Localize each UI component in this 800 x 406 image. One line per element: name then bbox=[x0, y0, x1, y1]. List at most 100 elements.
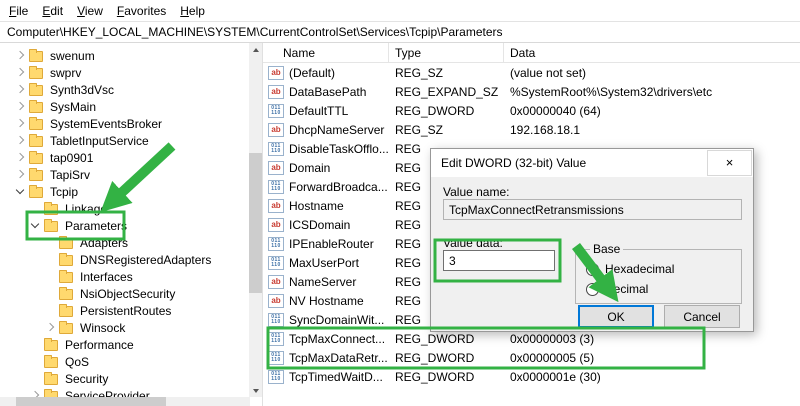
value-row[interactable]: 011 110 TcpTimedWaitD... REG_DWORD 0x0000001… bbox=[263, 367, 800, 386]
radio-unselected-icon[interactable] bbox=[586, 282, 599, 296]
tree-item-swprv[interactable]: swprv bbox=[0, 64, 249, 81]
column-header-type[interactable]: Type bbox=[389, 43, 504, 62]
chevron-right-icon[interactable] bbox=[44, 321, 57, 334]
string-value-icon: ab bbox=[268, 217, 284, 232]
tree-item-label: swprv bbox=[50, 65, 82, 80]
tree-item-tapisrv[interactable]: TapiSrv bbox=[0, 166, 249, 183]
value-row[interactable]: 011 110 TcpMaxDataRetr... REG_DWORD 0x000000… bbox=[263, 348, 800, 367]
value-row[interactable]: ab (Default) REG_SZ (value not set) bbox=[263, 63, 800, 82]
tree-item-synth3dvsc[interactable]: Synth3dVsc bbox=[0, 81, 249, 98]
value-data-input[interactable] bbox=[443, 250, 555, 271]
folder-icon bbox=[44, 201, 58, 215]
dword-value-icon: 011 110 bbox=[268, 103, 284, 118]
chevron-right-icon[interactable] bbox=[14, 168, 27, 181]
cancel-button[interactable]: Cancel bbox=[664, 305, 740, 328]
value-name-text: Hostname bbox=[289, 198, 344, 213]
value-name-cell: 011 110 TcpTimedWaitD... bbox=[263, 369, 389, 384]
tree-item-persistentroutes[interactable]: PersistentRoutes bbox=[0, 302, 249, 319]
folder-icon bbox=[29, 116, 43, 130]
value-name-cell: 011 110 SyncDomainWit... bbox=[263, 312, 389, 327]
vertical-scroll-thumb[interactable] bbox=[249, 153, 262, 293]
chevron-right-icon[interactable] bbox=[14, 100, 27, 113]
tree-item-linkage[interactable]: Linkage bbox=[0, 200, 249, 217]
chevron-right-icon[interactable] bbox=[14, 117, 27, 130]
value-name-field bbox=[443, 199, 742, 220]
tree-item-tap0901[interactable]: tap0901 bbox=[0, 149, 249, 166]
chevron-right-icon[interactable] bbox=[14, 49, 27, 62]
tree-item-label: Linkage bbox=[65, 201, 108, 216]
tree-item-parameters[interactable]: Parameters bbox=[0, 217, 249, 234]
tree-item-adapters[interactable]: Adapters bbox=[0, 234, 249, 251]
tree-item-sysmain[interactable]: SysMain bbox=[0, 98, 249, 115]
tree-item-label: Parameters bbox=[65, 218, 128, 233]
tree-item-interfaces[interactable]: Interfaces bbox=[0, 268, 249, 285]
scroll-down-icon[interactable] bbox=[249, 384, 262, 397]
value-name-text: (Default) bbox=[289, 65, 336, 80]
value-row[interactable]: ab DhcpNameServer REG_SZ 192.168.18.1 bbox=[263, 120, 800, 139]
menu-view[interactable]: View bbox=[70, 2, 110, 20]
radio-selected-icon[interactable] bbox=[586, 262, 599, 276]
value-data-text: (value not set) bbox=[510, 65, 587, 80]
tree-item-systemeventsbroker[interactable]: SystemEventsBroker bbox=[0, 115, 249, 132]
chevron-right-icon[interactable] bbox=[14, 151, 27, 164]
menu-favorites[interactable]: Favorites bbox=[110, 2, 173, 20]
string-value-icon: ab bbox=[268, 293, 284, 308]
menu-help[interactable]: Help bbox=[173, 2, 212, 20]
close-icon[interactable]: × bbox=[707, 150, 752, 176]
value-data-text: 0x00000005 (5) bbox=[510, 350, 595, 365]
value-name-text: ForwardBroadca... bbox=[289, 179, 388, 194]
chevron-right-icon[interactable] bbox=[14, 134, 27, 147]
tree-item-performance[interactable]: Performance bbox=[0, 336, 249, 353]
value-row[interactable]: ab DataBasePath REG_EXPAND_SZ %SystemRoot%\… bbox=[263, 82, 800, 101]
value-type-text: REG_SZ bbox=[395, 122, 444, 137]
dword-value-icon: 011 110 bbox=[268, 141, 284, 156]
column-header-name[interactable]: Name bbox=[263, 43, 389, 62]
folder-icon bbox=[59, 252, 73, 266]
string-value-icon: ab bbox=[268, 274, 284, 289]
column-header-data[interactable]: Data bbox=[504, 43, 800, 62]
dword-value-icon: 011 110 bbox=[268, 350, 284, 365]
dword-value-icon: 011 110 bbox=[268, 255, 284, 270]
dialog-titlebar[interactable]: Edit DWORD (32-bit) Value × bbox=[431, 149, 753, 177]
value-name-cell: ab ICSDomain bbox=[263, 217, 389, 232]
tree-vertical-scrollbar[interactable] bbox=[249, 43, 262, 397]
folder-icon bbox=[29, 133, 43, 147]
tree-item-tcpip[interactable]: Tcpip bbox=[0, 183, 249, 200]
folder-icon bbox=[29, 150, 43, 164]
radio-hexadecimal[interactable]: Hexadecimal bbox=[586, 259, 741, 279]
address-bar[interactable]: Computer\HKEY_LOCAL_MACHINE\SYSTEM\Curre… bbox=[0, 21, 800, 43]
scroll-up-icon[interactable] bbox=[249, 43, 262, 56]
tree-item-security[interactable]: Security bbox=[0, 370, 249, 387]
menu-file[interactable]: File bbox=[2, 2, 35, 20]
radio-decimal[interactable]: Decimal bbox=[586, 279, 741, 299]
chevron-down-icon[interactable] bbox=[14, 185, 27, 198]
dialog-title: Edit DWORD (32-bit) Value bbox=[441, 156, 587, 170]
tree-item-swenum[interactable]: swenum bbox=[0, 47, 249, 64]
tree-item-label: SysMain bbox=[50, 99, 97, 114]
value-name-text: NameServer bbox=[289, 274, 357, 289]
folder-icon bbox=[29, 48, 43, 62]
dword-value-icon: 011 110 bbox=[268, 179, 284, 194]
folder-icon bbox=[59, 303, 73, 317]
address-text: Computer\HKEY_LOCAL_MACHINE\SYSTEM\Curre… bbox=[7, 25, 503, 39]
chevron-right-icon[interactable] bbox=[14, 66, 27, 79]
folder-icon bbox=[29, 184, 43, 198]
value-name-text: DataBasePath bbox=[289, 84, 367, 99]
ok-button[interactable]: OK bbox=[578, 305, 654, 328]
tree-item-label: Synth3dVsc bbox=[50, 82, 115, 97]
horizontal-scroll-thumb[interactable] bbox=[16, 397, 166, 406]
tree-item-dnsregisteredadapters[interactable]: DNSRegisteredAdapters bbox=[0, 251, 249, 268]
menu-edit[interactable]: Edit bbox=[35, 2, 70, 20]
tree-item-nsiobjectsecurity[interactable]: NsiObjectSecurity bbox=[0, 285, 249, 302]
folder-icon bbox=[44, 354, 58, 368]
tree-item-winsock[interactable]: Winsock bbox=[0, 319, 249, 336]
tree-item-qos[interactable]: QoS bbox=[0, 353, 249, 370]
chevron-right-icon[interactable] bbox=[14, 83, 27, 96]
tree-item-tabletinputservice[interactable]: TabletInputService bbox=[0, 132, 249, 149]
dword-value-icon: 011 110 bbox=[268, 312, 284, 327]
value-row[interactable]: 011 110 DefaultTTL REG_DWORD 0x00000040 (64) bbox=[263, 101, 800, 120]
tree-horizontal-scrollbar[interactable] bbox=[0, 397, 250, 406]
chevron-down-icon[interactable] bbox=[29, 219, 42, 232]
